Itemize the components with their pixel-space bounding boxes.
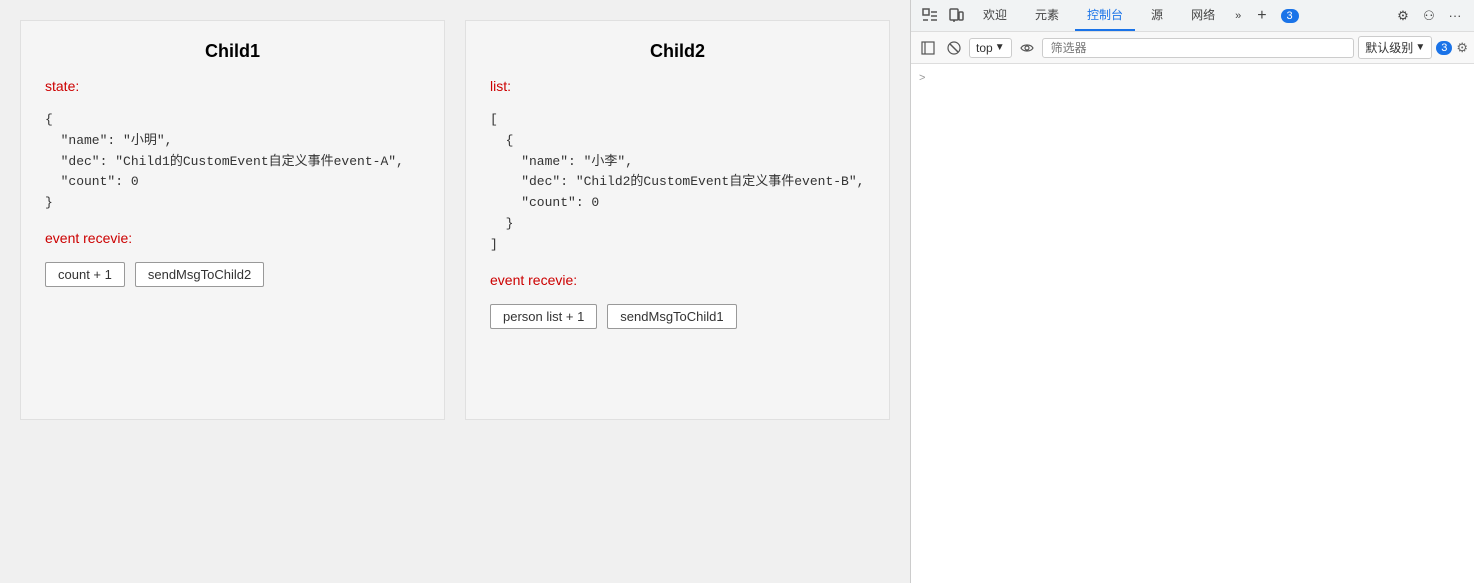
child1-card: Child1 state: { "name": "小明", "dec": "Ch…: [20, 20, 445, 420]
child1-event-label: event recevie:: [45, 230, 420, 246]
devtools-panel: 欢迎 元素 控制台 源 网络 » + 3 ⚙ ⚇ ··· top ▼: [910, 0, 1474, 583]
child1-send-button[interactable]: sendMsgToChild2: [135, 262, 264, 287]
devtools-toolbar: top ▼ 默认级别 ▼ 3 ⚙: [911, 32, 1474, 64]
child1-title: Child1: [45, 41, 420, 62]
tab-welcome[interactable]: 欢迎: [971, 0, 1019, 31]
eye-icon[interactable]: [1016, 37, 1038, 59]
child1-button-row: count + 1 sendMsgToChild2: [45, 262, 420, 287]
devtools-topbar: 欢迎 元素 控制台 源 网络 » + 3 ⚙ ⚇ ···: [911, 0, 1474, 32]
child2-person-button[interactable]: person list + 1: [490, 304, 597, 329]
tab-network[interactable]: 网络: [1179, 0, 1227, 31]
child1-state-json: { "name": "小明", "dec": "Child1的CustomEve…: [45, 110, 420, 214]
child2-event-label: event recevie:: [490, 272, 865, 288]
log-level-dropdown[interactable]: 默认级别 ▼: [1358, 36, 1432, 59]
child2-list-label: list:: [490, 78, 865, 94]
tab-sources[interactable]: 源: [1139, 0, 1175, 31]
child1-state-label: state:: [45, 78, 420, 94]
more-tabs-icon[interactable]: »: [1231, 4, 1245, 28]
level-badge: 3: [1436, 41, 1452, 55]
devtools-content: >: [911, 64, 1474, 583]
child2-card: Child2 list: [ { "name": "小李", "dec": "C…: [465, 20, 890, 420]
tab-console[interactable]: 控制台: [1075, 0, 1135, 31]
main-area: Child1 state: { "name": "小明", "dec": "Ch…: [0, 0, 910, 583]
devtools-settings-icon[interactable]: ⚙: [1392, 5, 1414, 27]
log-level-label: 默认级别: [1365, 39, 1413, 56]
child2-title: Child2: [490, 41, 865, 62]
console-arrow[interactable]: >: [919, 68, 1466, 88]
chevron-down-icon: ▼: [1415, 42, 1425, 53]
child1-count-button[interactable]: count + 1: [45, 262, 125, 287]
add-tab-icon[interactable]: +: [1249, 3, 1274, 29]
tab-elements[interactable]: 元素: [1023, 0, 1071, 31]
context-dropdown-label: top: [976, 41, 993, 55]
sidebar-toggle-icon[interactable]: [917, 37, 939, 59]
inspect-icon[interactable]: [919, 5, 941, 27]
child2-list-json: [ { "name": "小李", "dec": "Child2的CustomE…: [490, 110, 865, 256]
chevron-down-icon: ▼: [995, 42, 1005, 53]
child2-send-button[interactable]: sendMsgToChild1: [607, 304, 736, 329]
profile-icon[interactable]: ⚇: [1418, 5, 1440, 27]
device-icon[interactable]: [945, 5, 967, 27]
console-settings-icon[interactable]: ⚙: [1456, 40, 1468, 56]
context-dropdown[interactable]: top ▼: [969, 38, 1012, 58]
child2-button-row: person list + 1 sendMsgToChild1: [490, 304, 865, 329]
clear-console-icon[interactable]: [943, 37, 965, 59]
more-options-icon[interactable]: ···: [1444, 5, 1466, 27]
error-badge: 3: [1281, 9, 1299, 23]
filter-input[interactable]: [1042, 38, 1355, 58]
